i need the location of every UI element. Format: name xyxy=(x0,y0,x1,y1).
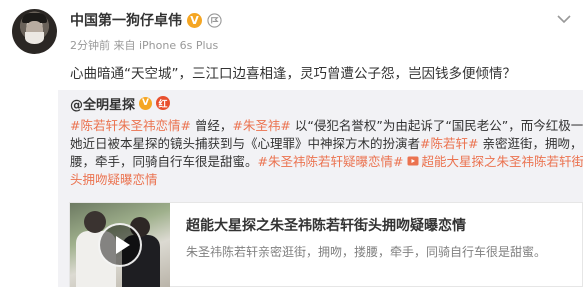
topic-tag[interactable]: #朱圣祎陈若轩疑曝恋情# xyxy=(258,154,404,169)
video-card-description: 朱圣祎陈若轩亲密逛街，拥吻，搂腰，牵手，同骑自行车很是甜蜜。 xyxy=(186,245,547,259)
topic-tag[interactable]: #陈若轩朱圣祎恋情# xyxy=(70,118,191,133)
post-author-name[interactable]: 中国第一狗仔卓伟 xyxy=(70,10,182,30)
repost-text-segment: 腰，牵手，同骑自行车很是甜蜜。 xyxy=(70,154,258,169)
repost-text-segment: 她近日被本星探的镜头捕获到与《心理罪》中神探方木的扮演者 xyxy=(70,136,421,151)
repost-author-name[interactable]: @全明星探 xyxy=(70,94,135,113)
repost-container: @全明星探 V 红 #陈若轩朱圣祎恋情# 曾经，#朱圣祎# 以“侵犯名誉权”为由… xyxy=(58,90,583,287)
video-card-title[interactable]: 超能大星探之朱圣祎陈若轩街头拥吻疑曝恋情 xyxy=(186,215,466,235)
repost-text-segment: 以“侵犯名誉权”为由起诉了“国民老公”，而今红极一时的 xyxy=(290,118,583,133)
hot-icon: 红 xyxy=(156,96,171,110)
repost-author-row: @全明星探 V 红 xyxy=(70,94,171,113)
post-text: 心曲暗通“天空城”，三江口边喜相逢，灵巧曾遭公子怨，岂因钱多便倾情？ xyxy=(70,66,516,82)
video-card[interactable]: 超能大星探之朱圣祎陈若轩街头拥吻疑曝恋情 朱圣祎陈若轩亲密逛街，拥吻，搂腰，牵手… xyxy=(69,202,583,287)
video-thumbnail[interactable] xyxy=(70,203,170,287)
repost-text: #陈若轩朱圣祎恋情# 曾经，#朱圣祎# 以“侵犯名誉权”为由起诉了“国民老公”，… xyxy=(70,117,583,189)
repost-text-segment: 曾经， xyxy=(190,118,233,133)
topic-tag[interactable]: #陈若轩# xyxy=(420,136,478,151)
chevron-down-icon[interactable] xyxy=(557,14,571,24)
post-avatar[interactable] xyxy=(12,9,57,54)
medal-icon xyxy=(207,12,222,28)
post-meta: 2分钟前 来自 iPhone 6s Plus xyxy=(70,39,219,52)
video-link-continued[interactable]: 头拥吻疑曝恋情 xyxy=(70,172,158,187)
post-author-row: 中国第一狗仔卓伟 V xyxy=(70,10,222,30)
topic-tag[interactable]: #朱圣祎# xyxy=(232,118,290,133)
link-icon xyxy=(407,156,419,166)
verified-icon: V xyxy=(139,96,153,110)
repost-text-segment: 亲密逛街，拥吻，搂 xyxy=(482,136,583,151)
play-icon[interactable] xyxy=(98,223,142,267)
verified-icon: V xyxy=(187,12,202,28)
video-link[interactable]: 超能大星探之朱圣祎陈若轩街 xyxy=(421,154,583,169)
